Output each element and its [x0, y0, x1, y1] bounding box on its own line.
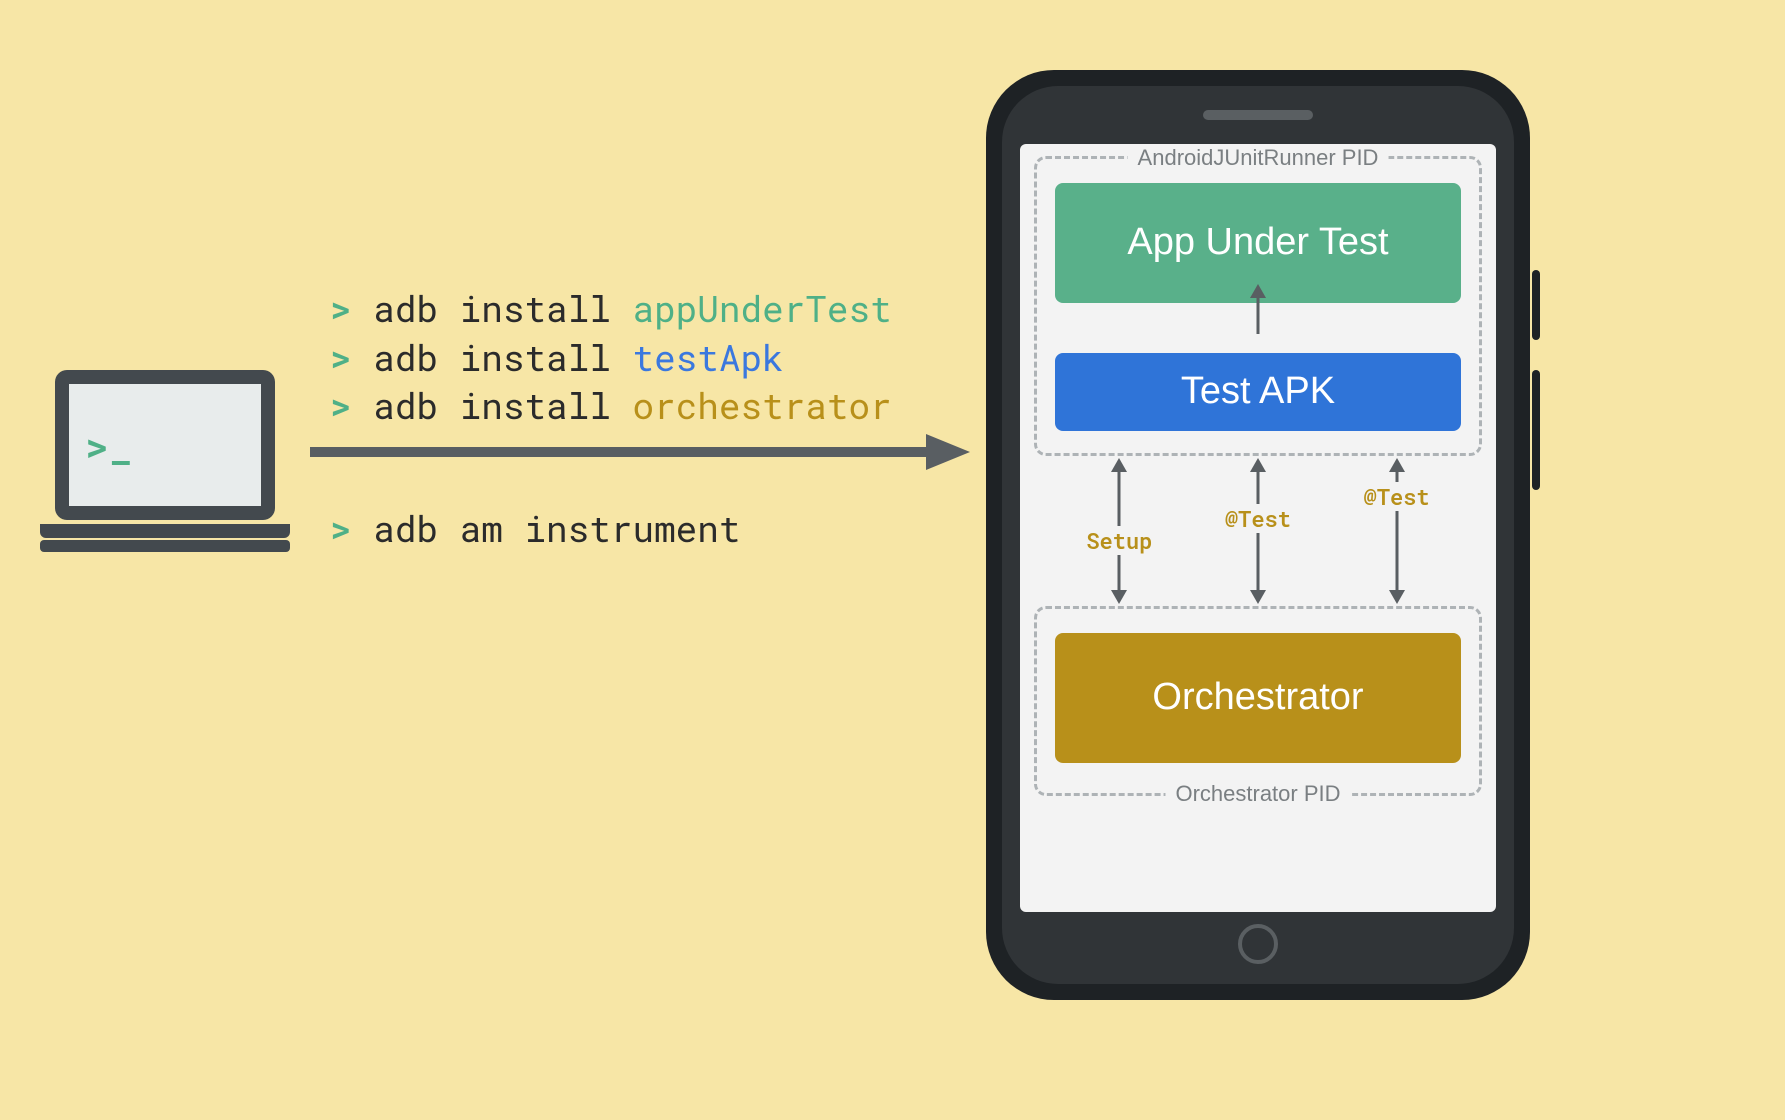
orchestrator-arrows: Setup @Test @Test: [1020, 456, 1496, 606]
phone-side-button: [1532, 370, 1540, 490]
phone-side-button: [1532, 270, 1540, 340]
arrow-label-test-2: @Test: [1360, 482, 1434, 511]
phone-body: AndroidJUnitRunner PID App Under Test Te…: [1002, 86, 1514, 984]
cmd-line-install-testapk: > adb install testApk: [330, 333, 892, 382]
test-apk-box: Test APK: [1055, 353, 1461, 431]
runner-pid-label: AndroidJUnitRunner PID: [1128, 145, 1389, 171]
deploy-arrow-icon: [310, 432, 970, 472]
arrow-test-1: @Test: [1198, 456, 1318, 606]
arrow-test-2: @Test: [1337, 456, 1457, 606]
arrow-label-test-1: @Test: [1221, 504, 1295, 533]
phone-screen: AndroidJUnitRunner PID App Under Test Te…: [1020, 144, 1496, 912]
cmd-line-install-orchestrator: > adb install orchestrator: [330, 381, 892, 430]
laptop-base: [40, 524, 290, 538]
orchestrator-box: Orchestrator: [1055, 633, 1461, 763]
cmd-line-run: > adb am instrument: [330, 504, 892, 553]
orchestrator-pid-box: Orchestrator Orchestrator PID: [1034, 606, 1482, 796]
phone-speaker: [1203, 110, 1313, 120]
phone-home-button: [1238, 924, 1278, 964]
command-list: > adb install appUnderTest > adb install…: [330, 284, 892, 552]
terminal-prompt: >_: [85, 419, 133, 472]
arrow-label-setup: Setup: [1082, 526, 1156, 555]
arrow-setup: Setup: [1059, 456, 1179, 606]
runner-pid-box: AndroidJUnitRunner PID App Under Test Te…: [1034, 156, 1482, 456]
orchestrator-pid-label: Orchestrator PID: [1165, 781, 1350, 807]
laptop-icon: >_: [40, 370, 290, 552]
cmd-line-install-app: > adb install appUnderTest: [330, 284, 892, 333]
laptop-stand: [40, 540, 290, 552]
testapk-to-app-arrow: [1037, 284, 1479, 334]
phone-icon: AndroidJUnitRunner PID App Under Test Te…: [986, 70, 1530, 1000]
laptop-screen: >_: [55, 370, 275, 520]
